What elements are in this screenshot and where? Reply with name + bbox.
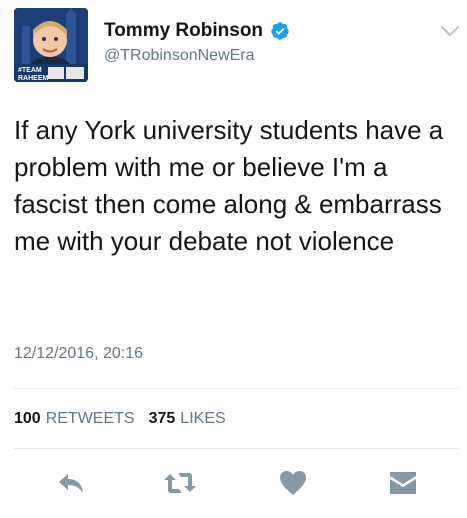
reply-button[interactable] [54,468,88,498]
avatar-image: #TEAM RAHEEM [14,8,88,82]
retweet-icon [164,473,196,493]
chevron-down-icon[interactable] [440,24,460,38]
like-button[interactable] [276,468,310,498]
author-name-row: Tommy Robinson [104,20,290,42]
divider [14,388,459,389]
direct-message-button[interactable] [386,468,420,498]
verified-badge-icon [271,22,289,40]
envelope-icon [390,472,416,494]
retweet-label[interactable]: RETWEETS [46,410,135,428]
retweet-button[interactable] [160,468,200,498]
avatar[interactable]: #TEAM RAHEEM [14,8,88,82]
tweet-text: If any York university students have a p… [14,115,444,256]
tweet-timestamp[interactable]: 12/12/2016, 20:16 [14,345,143,363]
reply-icon [59,474,83,493]
author-handle[interactable]: @TRobinsonNewEra [104,47,255,65]
author-name[interactable]: Tommy Robinson [104,20,263,42]
avatar-banner-line2: RAHEEM [18,75,49,82]
retweet-count[interactable]: 100 [14,410,41,428]
like-label[interactable]: LIKES [180,410,225,428]
like-count[interactable]: 375 [149,410,176,428]
heart-icon [280,471,306,495]
tweet-stats: 100 RETWEETS 375 LIKES [14,410,240,428]
avatar-banner-line1: #TEAM [18,67,42,74]
divider [14,448,459,449]
